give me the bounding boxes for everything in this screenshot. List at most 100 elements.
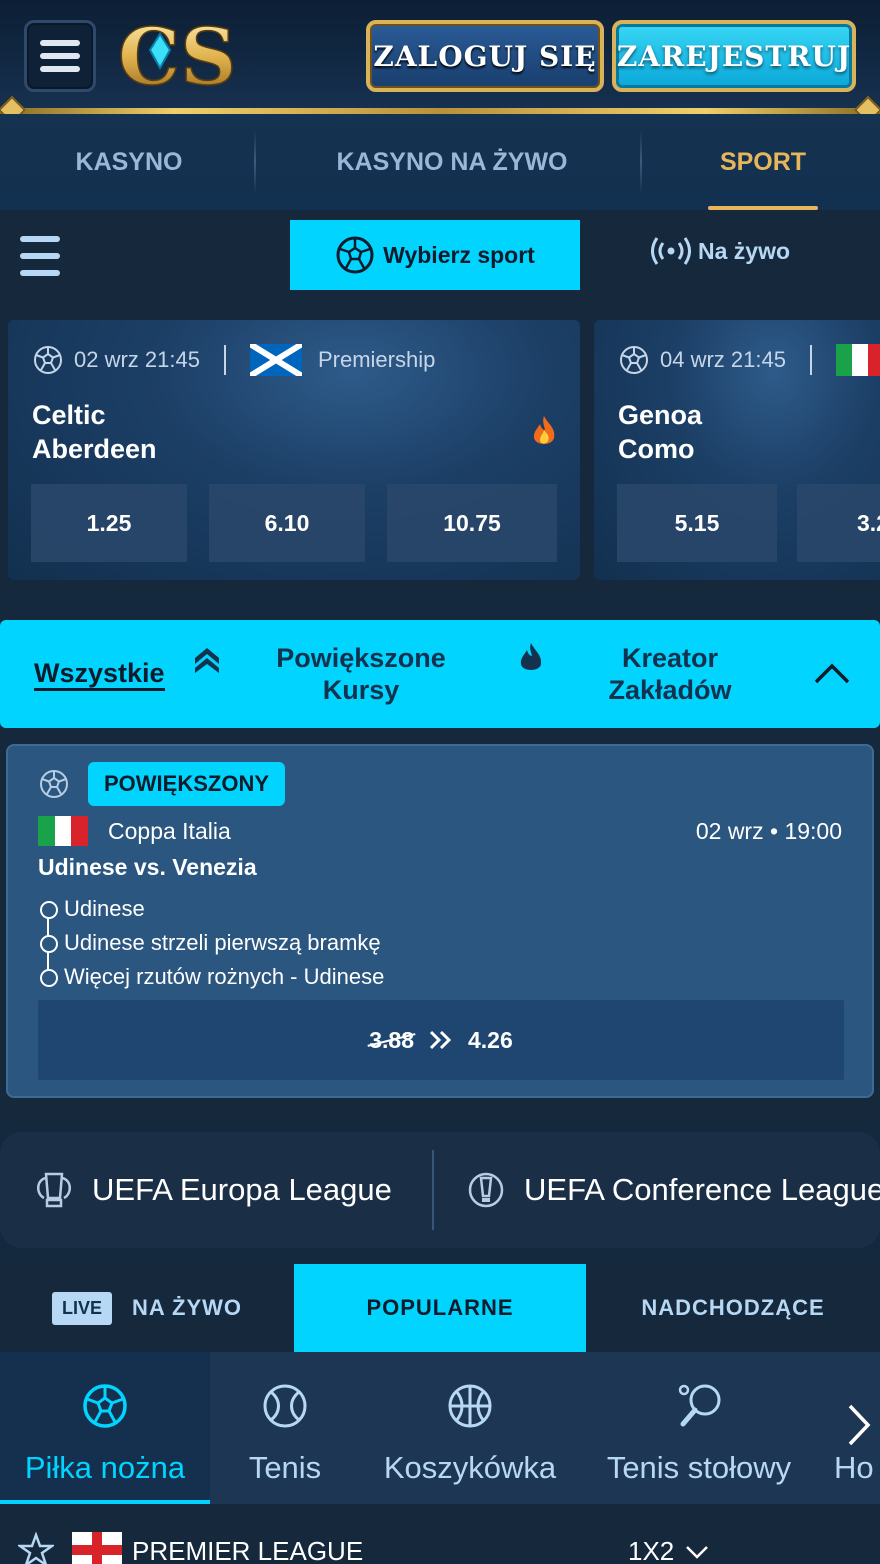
boost-odds-button[interactable]: 3.88 4.26: [38, 1000, 844, 1080]
menu-line: [40, 40, 80, 46]
menu-line: [40, 66, 80, 72]
choose-sport-label: Wybierz sport: [383, 241, 535, 268]
match-meta: 04 wrz 21:45: [618, 344, 880, 376]
boost-selection: Więcej rzutów rożnych - Udinese: [38, 960, 384, 994]
bet-type-filter: Wszystkie Powiększone Kursy Kreator Zakł…: [0, 620, 880, 728]
page: CS ZALOGUJ SIĘ ZAREJESTRUJ KASYNO KASYNO…: [0, 0, 880, 1564]
nav-divider: [640, 130, 642, 194]
sport-football[interactable]: Piłka nożna: [0, 1352, 210, 1504]
menu-line: [40, 53, 80, 59]
table-tennis-icon: [678, 1384, 721, 1427]
boost-selection: Udinese strzeli pierwszą bramkę: [38, 926, 384, 960]
choose-sport-button[interactable]: Wybierz sport: [290, 220, 580, 290]
sport-label: Koszykówka: [383, 1450, 557, 1485]
sport-tennis[interactable]: Tenis: [226, 1352, 344, 1504]
double-chevron-up-icon: [195, 648, 219, 673]
sport-label: Ho: [834, 1450, 874, 1485]
league-europa-league[interactable]: UEFA Europa League: [32, 1132, 392, 1248]
boost-time: 19:00: [784, 818, 842, 844]
sport-label: Tenis stołowy: [606, 1450, 792, 1485]
odds-button-home[interactable]: 1.25: [31, 484, 187, 562]
sport-basketball[interactable]: Koszykówka: [376, 1352, 564, 1504]
match-competition: Premiership: [317, 347, 436, 372]
odds-button-away[interactable]: 10.75: [387, 484, 557, 562]
soccer-ball-icon: [40, 770, 68, 798]
nav-divider: [254, 130, 256, 194]
league-label: UEFA Conference League: [524, 1172, 880, 1207]
filter-bet-builder[interactable]: Kreator Zakładów: [580, 642, 760, 706]
basketball-icon: [448, 1384, 492, 1428]
login-button[interactable]: ZALOGUJ SIĘ: [366, 20, 604, 92]
star-icon[interactable]: [18, 1532, 54, 1564]
league-name: PREMIER LEAGUE: [132, 1536, 364, 1564]
top-navigation: KASYNO KASYNO NA ŻYWO SPORT: [0, 114, 880, 210]
sports-carousel: Piłka nożna Tenis Koszykówka Tenis stoło…: [0, 1352, 880, 1504]
meta-divider: [223, 345, 226, 375]
tab-live[interactable]: LIVE NA ŻYWO: [0, 1264, 294, 1352]
tab-upcoming[interactable]: NADCHODZĄCE: [586, 1264, 880, 1352]
match-teams: Celtic Aberdeen: [32, 398, 157, 466]
old-odds: 3.88: [369, 1026, 414, 1053]
home-team: Genoa: [618, 400, 703, 430]
app-header: CS ZALOGUJ SIĘ ZAREJESTRUJ: [0, 0, 880, 125]
live-label: Na żywo: [698, 237, 791, 264]
soccer-ball-icon: [336, 236, 374, 274]
dot-separator: •: [769, 818, 779, 844]
boost-competition: Coppa Italia: [108, 818, 231, 844]
double-chevron-right-icon: [429, 1030, 452, 1050]
nav-live-casino[interactable]: KASYNO NA ŻYWO: [258, 114, 646, 210]
cs-logo[interactable]: CS: [118, 14, 254, 96]
filter-builder-line1: Kreator: [621, 643, 719, 673]
menu-line: [20, 270, 60, 276]
chevron-up-icon[interactable]: [812, 660, 852, 686]
boost-date: 02 wrz: [695, 818, 764, 844]
filter-builder-line2: Zakładów: [608, 675, 732, 705]
match-card[interactable]: 02 wrz 21:45 Premiership Celtic Aberdeen…: [8, 320, 580, 580]
fire-icon: [533, 416, 555, 444]
filter-all[interactable]: Wszystkie: [34, 658, 165, 691]
register-button[interactable]: ZAREJESTRUJ: [612, 20, 856, 92]
europa-trophy-icon: [37, 1172, 71, 1208]
filter-boosted-odds[interactable]: Powiększone Kursy: [256, 642, 466, 706]
main-menu-button[interactable]: [24, 20, 96, 92]
match-datetime: 04 wrz 21:45: [660, 347, 786, 372]
market-selector[interactable]: 1X2: [628, 1536, 710, 1564]
italy-flag-icon: [38, 816, 88, 846]
sport-table-tennis[interactable]: Tenis stołowy: [596, 1352, 802, 1504]
filter-boosted-line2: Kursy: [322, 675, 400, 705]
scotland-flag-icon: [249, 344, 302, 376]
away-team: Aberdeen: [32, 434, 157, 464]
odds-button-home[interactable]: 5.15: [617, 484, 777, 562]
italy-flag-icon: [835, 344, 880, 376]
filter-boosted-line1: Powiększone: [276, 643, 446, 673]
chevron-right-icon[interactable]: [844, 1402, 874, 1448]
chevron-down-icon: [686, 1545, 709, 1559]
tab-live-label: NA ŻYWO: [131, 1295, 243, 1320]
featured-matches: 02 wrz 21:45 Premiership Celtic Aberdeen…: [0, 302, 880, 600]
sport-toolbar: Wybierz sport Na żywo: [0, 210, 880, 302]
conference-trophy-icon: [468, 1172, 504, 1208]
new-odds: 4.26: [468, 1026, 513, 1053]
menu-line: [20, 253, 60, 259]
boosted-bet-card[interactable]: POWIĘKSZONY Coppa Italia 02 wrz • 19:00 …: [6, 744, 874, 1098]
live-broadcast-icon: [651, 237, 691, 265]
flame-icon: [520, 643, 542, 670]
tab-popular[interactable]: POPULARNE: [294, 1264, 586, 1352]
boosted-bets-section: POWIĘKSZONY Coppa Italia 02 wrz • 19:00 …: [0, 728, 880, 1124]
boosted-badge: POWIĘKSZONY: [88, 762, 286, 806]
sports-menu-button[interactable]: [20, 236, 60, 276]
nav-sport[interactable]: SPORT: [646, 114, 880, 210]
soccer-ball-icon: [620, 346, 648, 374]
match-card[interactable]: 04 wrz 21:45 Genoa Como 5.15 3.2: [594, 320, 880, 580]
league-shortcuts: UEFA Europa League UEFA Conference Leagu…: [0, 1132, 880, 1248]
odds-button-draw[interactable]: 6.10: [209, 484, 365, 562]
menu-line: [20, 236, 60, 242]
away-team: Como: [618, 434, 695, 464]
league-conference-league[interactable]: UEFA Conference League: [464, 1132, 880, 1248]
tennis-ball-icon: [263, 1384, 307, 1428]
live-link[interactable]: Na żywo: [650, 236, 790, 266]
league-header-row: PREMIER LEAGUE 1X2: [0, 1504, 880, 1564]
odds-button-draw[interactable]: 3.2: [797, 484, 880, 562]
nav-casino[interactable]: KASYNO: [0, 114, 258, 210]
home-team: Celtic: [32, 400, 106, 430]
